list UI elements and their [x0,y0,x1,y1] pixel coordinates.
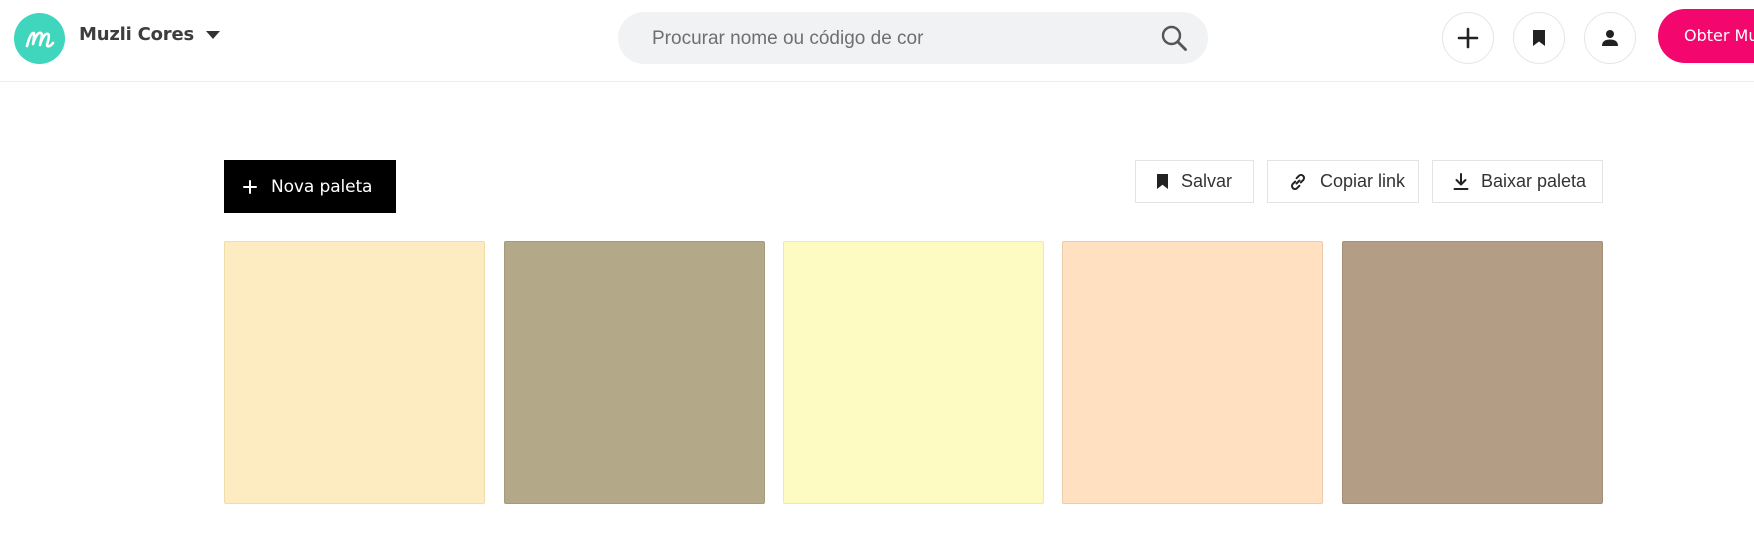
search-bar [618,12,1208,66]
bookmark-icon [1533,30,1545,46]
download-icon [1453,172,1469,190]
save-button[interactable]: Salvar [1135,160,1254,203]
color-swatch[interactable] [1342,241,1603,504]
copy-link-label: Copiar link [1320,171,1406,191]
bookmark-icon [1157,174,1168,189]
link-icon [1291,173,1305,190]
download-palette-label: Baixar paleta [1481,171,1587,191]
color-swatch[interactable] [783,241,1044,504]
bookmarks-button[interactable] [1513,12,1565,64]
new-palette-label: Nova paleta [271,176,373,197]
brand-switcher[interactable]: Muzli Cores [79,24,220,45]
color-swatch[interactable] [1062,241,1323,504]
plus-icon [1457,27,1479,49]
profile-button[interactable] [1584,12,1636,64]
download-palette-button[interactable]: Baixar paleta [1432,160,1603,203]
search-icon[interactable] [1160,24,1188,52]
new-palette-button[interactable]: Nova paleta [224,160,396,213]
search-input[interactable] [650,12,1154,66]
save-label: Salvar [1181,171,1233,191]
brand-name: Muzli Cores [79,24,194,45]
get-muzli-button[interactable]: Obter Muzli [1658,9,1754,63]
user-icon [1602,30,1618,46]
muzli-logo[interactable] [14,13,65,64]
top-navigation-bar: Muzli Cores Obter Muzli [0,0,1754,82]
copy-link-button[interactable]: Copiar link [1267,160,1419,203]
color-swatch[interactable] [504,241,765,504]
caret-down-icon [206,30,220,39]
plus-icon [243,179,257,194]
color-swatch[interactable] [224,241,485,504]
muzli-m-icon [25,31,54,48]
add-button[interactable] [1442,12,1494,64]
